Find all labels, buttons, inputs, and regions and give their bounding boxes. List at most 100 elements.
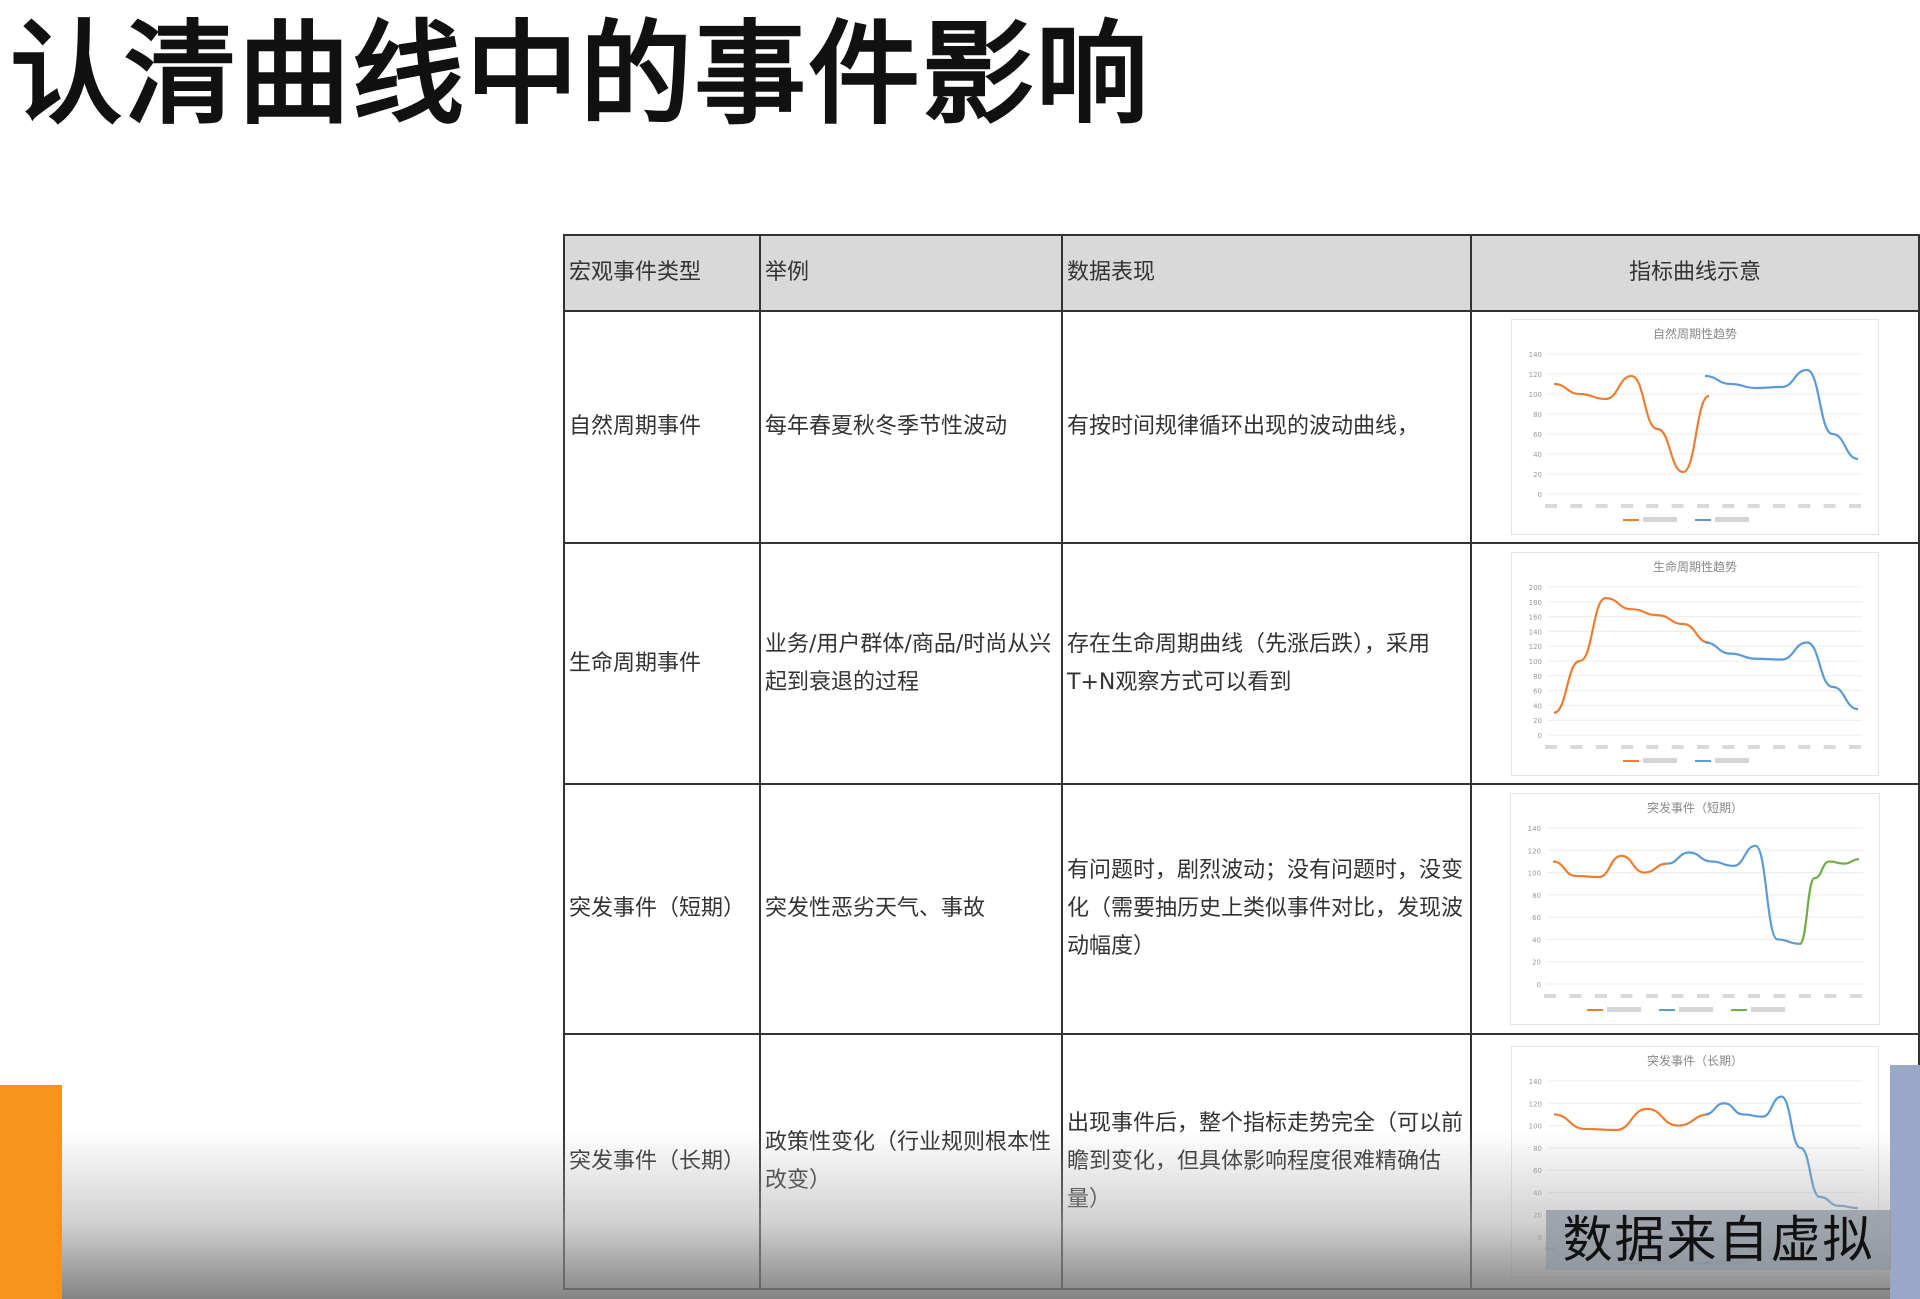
legend-label-blur (1679, 1007, 1713, 1012)
example-cell: 每年春夏秋冬季节性波动 (759, 310, 1063, 544)
legend-label-blur (1643, 757, 1677, 763)
y-tick-label: 20 (1533, 471, 1542, 479)
y-tick-label: 0 (1538, 732, 1542, 740)
chart-cell: 自然周期性趋势 0 20 40 60 80 100 120 140 (1470, 310, 1920, 544)
event-type-cell: 自然周期事件 (563, 310, 761, 544)
series-line (1553, 1107, 1710, 1131)
x-tick-label-blur (1545, 504, 1557, 508)
x-tick-label-blur (1595, 994, 1607, 998)
x-tick-label-blur (1671, 994, 1684, 998)
y-tick-label: 180 (1529, 598, 1542, 606)
header-data-pattern: 数据表现 (1061, 234, 1472, 312)
header-example: 举例 (759, 234, 1063, 312)
y-tick-label: 0 (1538, 491, 1542, 499)
orange-accent-block (0, 1085, 62, 1299)
x-tick-label-blur (1722, 504, 1735, 508)
x-tick-label-blur (1595, 744, 1608, 749)
y-tick-label: 20 (1533, 717, 1542, 725)
data-pattern-cell: 有按时间规律循环出现的波动曲线， (1061, 310, 1472, 544)
y-tick-label: 140 (1528, 825, 1541, 833)
x-tick-label-blur (1773, 744, 1785, 749)
legend-label-blur (1643, 517, 1677, 522)
y-tick-label: 140 (1529, 628, 1542, 636)
y-tick-label: 100 (1529, 1122, 1542, 1130)
y-tick-label: 40 (1533, 451, 1542, 459)
x-tick-label-blur (1545, 744, 1557, 749)
legend-label-blur (1607, 1007, 1641, 1012)
x-tick-label-blur (1671, 744, 1684, 749)
y-tick-label: 80 (1533, 672, 1542, 680)
x-tick-label-blur (1595, 504, 1608, 508)
x-tick-label-blur (1824, 994, 1837, 998)
x-tick-label-blur (1569, 994, 1582, 998)
chart-cell: 突发事件（短期） 0 20 40 60 80 100 120 140 (1470, 783, 1920, 1035)
legend-label-blur (1715, 757, 1749, 763)
x-tick-label-blur (1748, 994, 1760, 998)
y-tick-label: 40 (1533, 1189, 1542, 1197)
y-tick-label: 40 (1533, 702, 1542, 710)
edge-accent-block (1890, 1065, 1920, 1299)
y-tick-label: 120 (1528, 847, 1541, 855)
x-tick-label-blur (1544, 994, 1556, 998)
table-row: 自然周期事件 每年春夏秋冬季节性波动 有按时间规律循环出现的波动曲线， 自然周期… (563, 310, 1920, 544)
chart-title: 突发事件（长期） (1647, 1053, 1743, 1068)
x-tick-label-blur (1671, 504, 1684, 508)
x-tick-label-blur (1570, 744, 1583, 749)
example-cell: 突发性恶劣天气、事故 (759, 783, 1063, 1035)
x-tick-label-blur (1773, 994, 1786, 998)
x-tick-label-blur (1620, 994, 1633, 998)
x-tick-label-blur (1773, 504, 1785, 508)
natural-cycle-chart: 自然周期性趋势 0 20 40 60 80 100 120 140 (1511, 319, 1879, 535)
x-tick-label-blur (1646, 744, 1659, 749)
event-type-cell: 生命周期事件 (563, 542, 761, 785)
y-tick-label: 200 (1529, 584, 1542, 592)
x-tick-label-blur (1799, 994, 1811, 998)
y-tick-label: 120 (1529, 643, 1542, 651)
data-pattern-cell: 出现事件后，整个指标走势完全（可以前瞻到变化，但具体影响程度很难精确估量） (1061, 1033, 1472, 1290)
x-tick-label-blur (1850, 994, 1862, 998)
series-line (1704, 1094, 1859, 1209)
x-tick-label-blur (1570, 504, 1583, 508)
x-tick-label-blur (1823, 504, 1836, 508)
x-tick-label-blur (1621, 744, 1633, 749)
y-tick-label: 140 (1529, 1078, 1542, 1086)
header-event-type: 宏观事件类型 (563, 234, 761, 312)
y-tick-label: 140 (1529, 351, 1542, 359)
chart-title: 自然周期性趋势 (1653, 326, 1737, 341)
example-cell: 业务/用户群体/商品/时尚从兴起到衰退的过程 (759, 542, 1063, 785)
x-tick-label-blur (1823, 744, 1836, 749)
series-line (1553, 374, 1710, 474)
slide-title: 认清曲线中的事件影响 (10, 10, 1150, 140)
x-tick-label-blur (1697, 994, 1709, 998)
series-line (1552, 854, 1668, 879)
y-tick-label: 80 (1532, 892, 1541, 900)
series-line (1798, 858, 1860, 945)
x-tick-label-blur (1747, 744, 1760, 749)
y-tick-label: 160 (1529, 613, 1542, 621)
y-tick-label: 0 (1537, 981, 1541, 989)
y-tick-label: 100 (1529, 658, 1542, 666)
y-tick-label: 60 (1533, 687, 1542, 695)
y-tick-label: 100 (1529, 391, 1542, 399)
y-tick-label: 60 (1533, 1167, 1542, 1175)
y-tick-label: 20 (1533, 1211, 1542, 1219)
y-tick-label: 60 (1532, 914, 1541, 922)
chart-title: 生命周期性趋势 (1653, 559, 1737, 574)
y-tick-label: 60 (1533, 431, 1542, 439)
chart-cell: 生命周期性趋势 0 20 40 60 80 100 120 140 160 180 200 (1470, 542, 1920, 785)
x-tick-label-blur (1849, 504, 1861, 508)
table-row: 生命周期事件 业务/用户群体/商品/时尚从兴起到衰退的过程 存在生命周期曲线（先… (563, 542, 1920, 785)
legend-label-blur (1751, 1007, 1785, 1012)
data-pattern-cell: 有问题时，剧烈波动；没有问题时，没变化（需要抽历史上类似事件对比，发现波动幅度） (1061, 783, 1472, 1035)
event-type-cell: 突发事件（长期） (563, 1033, 761, 1290)
y-tick-label: 120 (1529, 371, 1542, 379)
y-tick-label: 80 (1533, 1144, 1542, 1152)
x-tick-label-blur (1747, 504, 1760, 508)
watermark-label: 数据来自虚拟 (1546, 1210, 1891, 1270)
example-cell: 政策性变化（行业规则根本性改变） (759, 1033, 1063, 1290)
legend-label-blur (1715, 517, 1749, 522)
x-tick-label-blur (1697, 744, 1709, 749)
y-tick-label: 40 (1532, 936, 1541, 944)
life-cycle-chart: 生命周期性趋势 0 20 40 60 80 100 120 140 160 180 200 (1511, 551, 1879, 776)
x-tick-label-blur (1621, 504, 1633, 508)
